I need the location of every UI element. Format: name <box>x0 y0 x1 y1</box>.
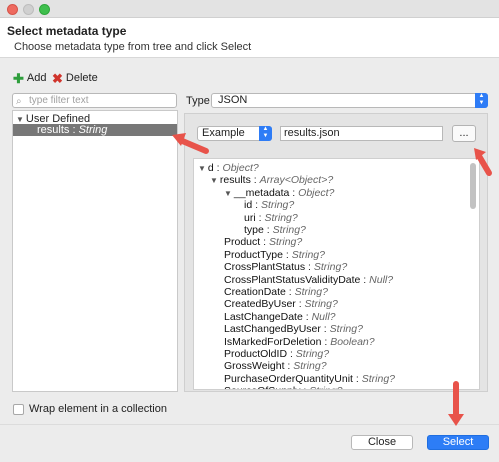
schema-field-name: CrossPlantStatusValidityDate <box>224 273 361 286</box>
schema-field-type: String? <box>304 298 338 311</box>
schema-field-type: Object? <box>222 162 259 174</box>
schema-row[interactable]: SourceOfSupply : String? <box>224 385 343 389</box>
delete-button[interactable]: ✖ Delete <box>52 70 98 86</box>
schema-row[interactable]: LastChangeDate : Null? <box>224 311 336 323</box>
schema-row[interactable]: ProductType : String? <box>224 249 325 261</box>
dropdown-arrows-icon: ▲ ▼ <box>475 93 488 108</box>
filter-placeholder: type filter text <box>29 95 89 106</box>
tree-item-type: String <box>78 124 108 136</box>
delete-icon: ✖ <box>52 70 63 86</box>
schema-field-type: String? <box>291 248 325 261</box>
schema-field-name: CreationDate <box>224 286 286 298</box>
schema-row[interactable]: CrossPlantStatusValidityDate : Null? <box>224 274 393 286</box>
schema-field-name: Product <box>224 236 261 249</box>
schema-row[interactable]: GrossWeight : String? <box>224 360 327 372</box>
schema-field-type: String? <box>309 385 342 389</box>
type-select[interactable]: JSON ▲ ▼ <box>211 93 488 108</box>
schema-field-type: String? <box>268 236 303 249</box>
schema-row[interactable]: id : String? <box>244 199 294 211</box>
schema-field-type: String? <box>260 199 295 212</box>
metadata-type-tree[interactable]: ▼ User Defined results : String <box>12 110 178 392</box>
schema-row[interactable]: Product : String? <box>224 236 302 248</box>
schema-field-type: String? <box>313 261 348 274</box>
tree-item-results[interactable]: results : String <box>13 124 177 136</box>
tree-item-name: results <box>37 124 70 136</box>
schema-field-name: id <box>244 199 253 212</box>
schema-field-type: Null? <box>311 310 336 323</box>
plus-icon: ✚ <box>13 70 24 86</box>
schema-field-name: GrossWeight <box>224 360 285 373</box>
schema-field-name: ProductType <box>224 248 283 261</box>
close-button[interactable]: Close <box>351 435 413 450</box>
schema-field-type: Object? <box>298 186 335 199</box>
type-select-value: JSON <box>218 94 248 106</box>
close-window-button[interactable] <box>7 4 18 15</box>
add-label: Add <box>26 72 47 84</box>
select-button[interactable]: Select <box>427 435 489 450</box>
schema-tree[interactable]: ▼ d : Object? ▼ results : Array<Object>? ▼ __… <box>193 158 480 390</box>
schema-row[interactable]: ▼ d : Object? <box>198 162 259 174</box>
schema-field-type: Array<Object>? <box>259 174 334 187</box>
dropdown-arrows-icon: ▲ ▼ <box>259 126 272 141</box>
delete-label: Delete <box>65 72 98 84</box>
schema-row[interactable]: CreationDate : String? <box>224 286 328 298</box>
schema-row[interactable]: type : String? <box>244 224 306 236</box>
example-file-input[interactable]: results.json <box>280 126 443 141</box>
schema-field-name: LastChangeDate <box>224 310 303 323</box>
expanded-triangle-icon: ▼ <box>210 176 218 186</box>
schema-field-name: LastChangedByUser <box>224 323 321 336</box>
schema-row[interactable]: ▼ results : Array<Object>? <box>210 174 333 186</box>
schema-field-name: __metadata <box>233 186 290 199</box>
schema-row[interactable]: PurchaseOrderQuantityUnit : String? <box>224 373 395 385</box>
schema-field-type: Boolean? <box>330 335 375 348</box>
schema-field-name: IsMarkedForDeletion <box>224 335 322 348</box>
schema-field-type: Null? <box>369 273 394 286</box>
example-mode-value: Example <box>202 127 245 139</box>
schema-field-name: ProductOldID <box>224 348 288 360</box>
schema-field-type: String? <box>294 286 328 298</box>
schema-row[interactable]: IsMarkedForDeletion : Boolean? <box>224 336 375 348</box>
filter-input[interactable]: ⌕ type filter text <box>12 93 177 108</box>
dialog-description: Choose metadata type from tree and click… <box>14 41 252 53</box>
expanded-triangle-icon: ▼ <box>198 164 206 173</box>
schema-field-name: CreatedByUser <box>224 298 296 311</box>
schema-field-type: String? <box>293 360 327 373</box>
schema-row[interactable]: CreatedByUser : String? <box>224 298 338 310</box>
schema-field-type: String? <box>329 323 363 336</box>
footer-divider <box>0 424 499 425</box>
wrap-collection-label: Wrap element in a collection <box>29 403 167 415</box>
browse-button[interactable]: ... <box>452 125 476 142</box>
schema-row[interactable]: ▼ __metadata : Object? <box>224 187 334 199</box>
schema-row[interactable]: CrossPlantStatus : String? <box>224 261 347 273</box>
expanded-triangle-icon: ▼ <box>16 115 24 124</box>
schema-field-name: CrossPlantStatus <box>224 261 306 274</box>
schema-field-name: type <box>244 224 264 236</box>
add-button[interactable]: ✚ Add <box>13 70 47 86</box>
zoom-window-button[interactable] <box>39 4 50 15</box>
example-file-value: results.json <box>284 127 340 139</box>
schema-field-type: String? <box>272 224 306 236</box>
dialog-title: Select metadata type <box>7 24 127 38</box>
schema-field-name: results <box>219 174 251 187</box>
schema-field-name: PurchaseOrderQuantityUnit <box>224 372 353 385</box>
schema-field-type: String? <box>361 372 396 385</box>
schema-row[interactable]: ProductOldID : String? <box>224 348 329 360</box>
schema-field-type: String? <box>295 348 330 360</box>
checkbox-box[interactable] <box>13 403 24 415</box>
schema-field-type: String? <box>264 211 298 224</box>
wrap-collection-checkbox[interactable]: Wrap element in a collection <box>13 403 167 415</box>
window-titlebar <box>0 0 499 18</box>
search-icon: ⌕ <box>16 96 22 107</box>
schema-field-name: d <box>207 162 214 174</box>
dialog-header: Select metadata type Choose metadata typ… <box>0 18 499 58</box>
vertical-scrollbar[interactable] <box>470 163 476 209</box>
expanded-triangle-icon: ▼ <box>224 188 232 198</box>
schema-row[interactable]: LastChangedByUser : String? <box>224 323 363 335</box>
example-mode-select[interactable]: Example ▲ ▼ <box>197 126 272 141</box>
minimize-window-button[interactable] <box>23 4 34 15</box>
schema-field-name: SourceOfSupply <box>224 385 300 389</box>
schema-field-name: uri <box>244 211 256 224</box>
schema-row[interactable]: uri : String? <box>244 212 298 224</box>
type-label: Type <box>186 95 210 107</box>
